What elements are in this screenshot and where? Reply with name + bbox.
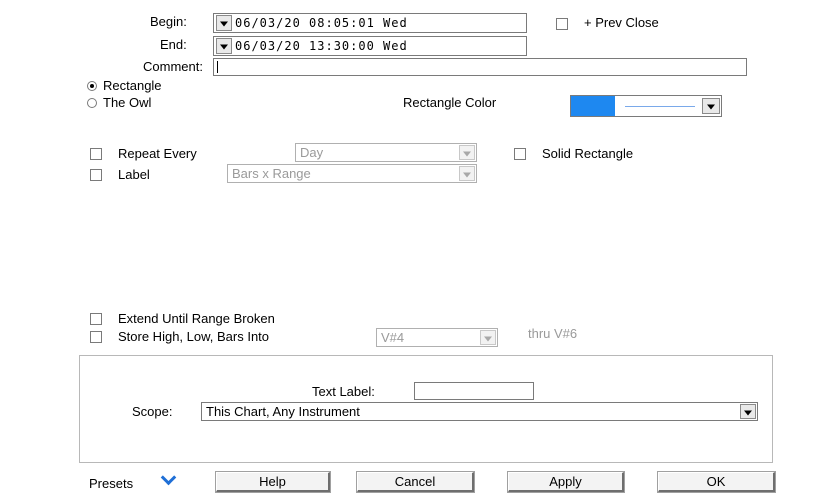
cancel-button[interactable]: Cancel (357, 472, 474, 492)
rectangle-radio-label: Rectangle (103, 78, 162, 93)
repeat-interval-select[interactable]: Day (295, 143, 477, 162)
the-owl-radio-label: The Owl (103, 95, 152, 110)
begin-datetime-value: 06/03/20 08:05:01 Wed (235, 16, 408, 30)
text-label-input[interactable] (414, 382, 534, 400)
end-datetime-value: 06/03/20 13:30:00 Wed (235, 39, 408, 53)
rectangle-radio[interactable] (87, 81, 97, 91)
chevron-down-icon (220, 21, 228, 27)
rectangle-color-picker[interactable] (570, 95, 722, 117)
prev-close-checkbox[interactable] (556, 18, 568, 30)
label-option-label: Label (118, 167, 150, 182)
chevron-down-icon (463, 172, 471, 177)
label-type-value: Bars x Range (232, 166, 311, 181)
end-datetime-field[interactable]: 06/03/20 13:30:00 Wed (213, 36, 527, 56)
scope-value: This Chart, Any Instrument (206, 404, 360, 419)
store-high-low-checkbox[interactable] (90, 331, 102, 343)
color-dropdown-button[interactable] (702, 98, 720, 114)
prev-close-label: + Prev Close (584, 15, 659, 30)
help-button[interactable]: Help (216, 472, 330, 492)
chevron-down-icon (463, 151, 471, 156)
repeat-every-checkbox[interactable] (90, 148, 102, 160)
label-type-select[interactable]: Bars x Range (227, 164, 477, 183)
chevron-down-icon (484, 336, 492, 341)
chevron-down-icon (744, 410, 752, 415)
comment-label: Comment: (143, 59, 203, 74)
extend-until-broken-checkbox[interactable] (90, 313, 102, 325)
line-sample (625, 106, 695, 107)
end-label: End: (160, 37, 187, 52)
scope-label: Scope: (132, 404, 173, 419)
label-checkbox[interactable] (90, 169, 102, 181)
label-dropdown-button[interactable] (459, 166, 475, 181)
repeat-dropdown-button[interactable] (459, 145, 475, 160)
store-variable-select[interactable]: V#4 (376, 328, 498, 347)
solid-rectangle-label: Solid Rectangle (542, 146, 634, 161)
store-high-low-label: Store High, Low, Bars Into (118, 329, 270, 344)
store-variable-value: V#4 (381, 330, 405, 345)
store-dropdown-button[interactable] (480, 330, 496, 345)
color-swatch (571, 96, 615, 116)
scope-select[interactable]: This Chart, Any Instrument (201, 402, 758, 421)
apply-button[interactable]: Apply (508, 472, 624, 492)
scope-dropdown-button[interactable] (740, 404, 756, 419)
chevron-down-icon (220, 44, 228, 50)
extend-until-broken-label: Extend Until Range Broken (118, 311, 275, 326)
store-thru-label: thru V#6 (528, 326, 578, 341)
repeat-interval-value: Day (300, 145, 324, 160)
begin-dropdown-button[interactable] (216, 15, 232, 31)
presets-label[interactable]: Presets (89, 476, 133, 492)
begin-label: Begin: (150, 14, 187, 29)
text-label-label: Text Label: (312, 384, 375, 399)
solid-rectangle-checkbox[interactable] (514, 148, 526, 160)
chevron-down-icon (707, 104, 715, 110)
text-caret (217, 61, 218, 73)
comment-input[interactable] (213, 58, 747, 76)
rectangle-color-label: Rectangle Color (403, 95, 497, 110)
ok-button[interactable]: OK (658, 472, 775, 492)
end-dropdown-button[interactable] (216, 38, 232, 54)
the-owl-radio[interactable] (87, 98, 97, 108)
presets-chevron-down-icon[interactable] (160, 469, 177, 486)
repeat-every-label: Repeat Every (118, 146, 197, 161)
begin-datetime-field[interactable]: 06/03/20 08:05:01 Wed (213, 13, 527, 33)
